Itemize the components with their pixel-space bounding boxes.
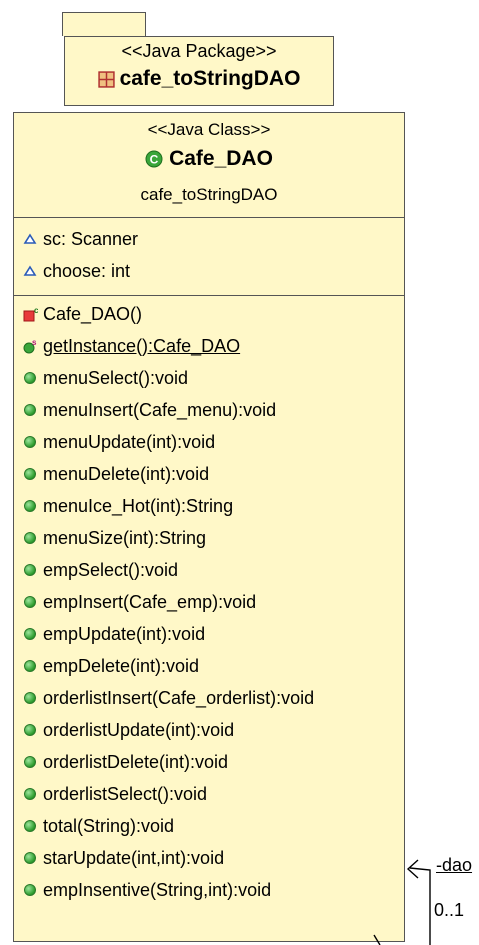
operation-label: starUpdate(int,int):void [43,847,225,868]
package-name: cafe_toStringDAO [119,67,301,90]
package-icon [97,70,115,88]
public-method-icon [22,562,38,578]
operation-label: orderlistUpdate(int):void [43,719,235,740]
package-visibility-icon [23,233,37,244]
public-method-icon [22,530,38,546]
operation-row[interactable]: menuDelete(int):void [22,459,209,489]
public-method-icon [22,594,38,610]
header-divider [14,217,404,218]
public-method-icon [22,498,38,514]
operation-row[interactable]: orderlistSelect():void [22,779,207,809]
svg-text:c: c [34,306,38,315]
operation-label: total(String):void [43,815,175,836]
operation-row[interactable]: orderlistUpdate(int):void [22,715,234,745]
operation-label: menuInsert(Cafe_menu):void [43,399,277,420]
operation-label: empInsert(Cafe_emp):void [43,591,257,612]
operation-label: orderlistInsert(Cafe_orderlist):void [43,687,315,708]
operation-row[interactable]: orderlistInsert(Cafe_orderlist):void [22,683,314,713]
operation-row[interactable]: menuInsert(Cafe_menu):void [22,395,276,425]
svg-text:C: C [150,153,159,167]
operation-row[interactable]: total(String):void [22,811,174,841]
public-method-icon [22,626,38,642]
class-stereotype: <<Java Class>> [147,120,271,139]
operation-label: menuUpdate(int):void [43,431,216,452]
operation-label: menuSize(int):String [43,527,207,548]
association-role: -dao [436,855,473,875]
package-visibility-icon [23,265,37,276]
operation-label: empUpdate(int):void [43,623,206,644]
operation-row[interactable]: orderlistDelete(int):void [22,747,228,777]
attribute-label: sc: Scanner [43,228,139,249]
operation-row[interactable]: empInsentive(String,int):void [22,875,271,905]
arrowhead-icon [406,859,419,879]
operation-label: empDelete(int):void [43,655,200,676]
operation-row[interactable]: menuSize(int):String [22,523,206,553]
public-method-icon [22,434,38,450]
operation-label: menuSelect():void [43,367,189,388]
class-name: Cafe_DAO [169,147,273,170]
public-method-icon [22,722,38,738]
operation-row[interactable]: starUpdate(int,int):void [22,843,224,873]
operation-row[interactable]: menuSelect():void [22,363,188,393]
class-title: C Cafe_DAO [14,147,404,171]
public-method-icon [22,882,38,898]
public-method-icon [22,850,38,866]
constructor-icon: c [23,306,38,322]
attribute-label: choose: int [43,260,131,281]
operation-row[interactable]: c Cafe_DAO() [22,299,142,329]
package-title: cafe_toStringDAO [65,67,333,91]
association-multiplicity: 0..1 [434,900,465,920]
association-line [409,867,431,945]
operation-label: getInstance():Cafe_DAO [43,335,241,356]
public-method-icon [22,818,38,834]
public-method-icon [22,466,38,482]
public-method-icon [22,402,38,418]
svg-text:s: s [32,338,37,347]
operation-label: orderlistSelect():void [43,783,208,804]
public-method-icon [22,754,38,770]
operation-row[interactable]: empDelete(int):void [22,651,199,681]
operation-row[interactable]: s getInstance():Cafe_DAO [22,331,240,361]
operation-row[interactable]: menuIce_Hot(int):String [22,491,233,521]
operation-label: menuIce_Hot(int):String [43,495,234,516]
attribute-row[interactable]: choose: int [22,256,130,286]
static-method-icon: s [23,338,37,354]
operation-row[interactable]: empSelect():void [22,555,178,585]
class-box[interactable]: <<Java Class>> C Cafe_DAO cafe_toStringD… [13,112,405,942]
class-package-label: cafe_toStringDAO [140,185,278,204]
operation-label: menuDelete(int):void [43,463,210,484]
operation-label: empInsentive(String,int):void [43,879,272,900]
operation-row[interactable]: menuUpdate(int):void [22,427,215,457]
attribute-divider [14,295,404,296]
operation-row[interactable]: empInsert(Cafe_emp):void [22,587,256,617]
operation-label: Cafe_DAO() [43,303,143,324]
package-tab [62,12,146,36]
public-method-icon [22,370,38,386]
package-box[interactable]: <<Java Package>> cafe_toStringDAO [64,36,334,106]
attribute-row[interactable]: sc: Scanner [22,224,138,254]
operation-row[interactable]: empUpdate(int):void [22,619,205,649]
operation-label: empSelect():void [43,559,179,580]
public-method-icon [22,690,38,706]
class-header: <<Java Class>> C Cafe_DAO cafe_toStringD… [14,113,404,217]
package-stereotype: <<Java Package>> [121,41,277,61]
public-method-icon [22,786,38,802]
class-icon: C [145,150,163,168]
operation-label: orderlistDelete(int):void [43,751,229,772]
public-method-icon [22,658,38,674]
